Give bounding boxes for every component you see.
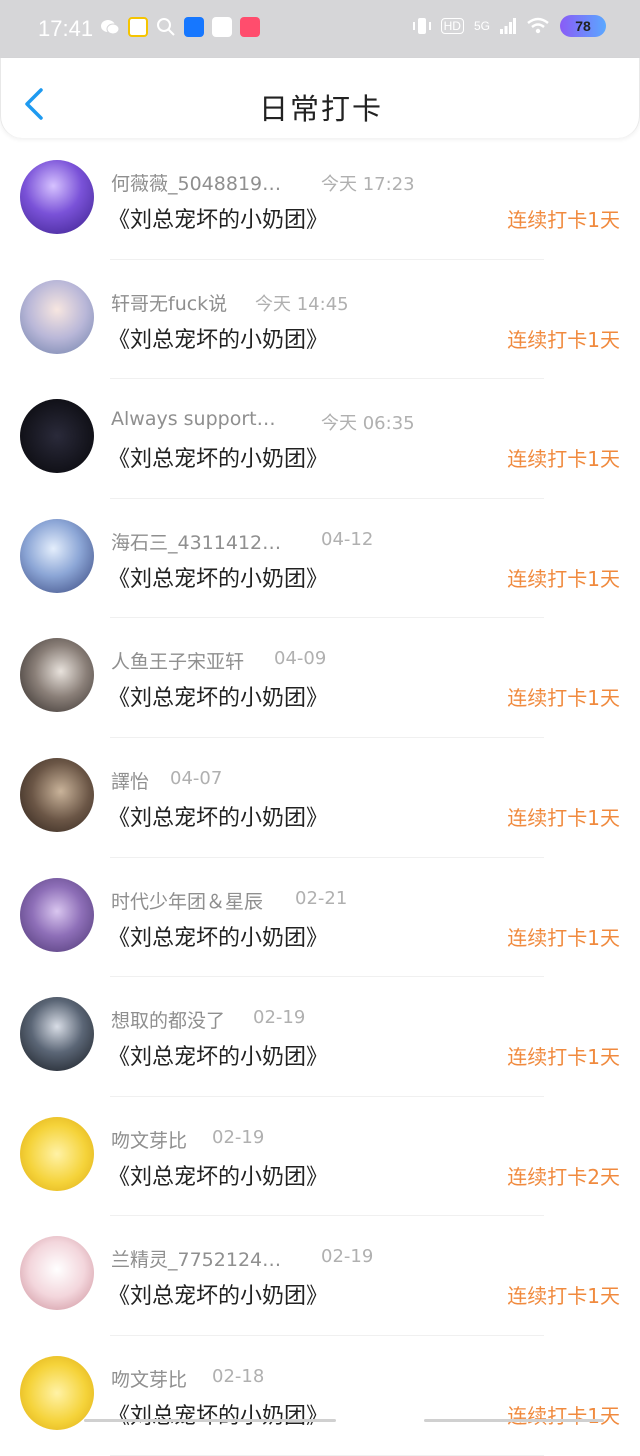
app-icon bbox=[240, 17, 260, 37]
post-time: 02-19 bbox=[253, 1007, 306, 1029]
streak-label: 连续打卡1天 bbox=[507, 805, 620, 830]
avatar[interactable] bbox=[20, 399, 94, 474]
alipay-icon bbox=[184, 17, 204, 37]
streak-label: 连续打卡1天 bbox=[507, 327, 620, 352]
checkin-row[interactable]: 轩哥无fuck说 今天 14:45 《刘总宠坏的小奶团》 连续打卡1天 bbox=[0, 260, 640, 380]
book-title[interactable]: 《刘总宠坏的小奶团》 bbox=[108, 322, 328, 354]
avatar[interactable] bbox=[20, 1236, 94, 1311]
battery-indicator: 78 bbox=[560, 15, 606, 37]
post-time: 04-12 bbox=[321, 528, 374, 550]
sticker-app-icon bbox=[128, 17, 148, 37]
vibrate-icon bbox=[412, 18, 431, 34]
book-title[interactable]: 《刘总宠坏的小奶团》 bbox=[108, 680, 328, 712]
avatar[interactable] bbox=[20, 1116, 94, 1191]
book-title[interactable]: 《刘总宠坏的小奶团》 bbox=[108, 800, 328, 832]
avatar[interactable] bbox=[20, 160, 94, 234]
streak-label: 连续打卡1天 bbox=[507, 447, 620, 472]
post-time: 04-09 bbox=[274, 648, 327, 670]
post-time: 02-21 bbox=[295, 887, 348, 909]
signal-label: 5G bbox=[473, 19, 490, 33]
checkin-row[interactable]: 人鱼王子宋亚轩 04-09 《刘总宠坏的小奶团》 连续打卡1天 bbox=[0, 618, 640, 738]
post-time: 今天 14:45 bbox=[255, 293, 349, 315]
user-name[interactable]: 人鱼王子宋亚轩 bbox=[111, 647, 244, 674]
page-title: 日常打卡 bbox=[258, 92, 383, 126]
user-name[interactable]: 譯怡 bbox=[111, 767, 149, 794]
book-title[interactable]: 《刘总宠坏的小奶团》 bbox=[108, 1398, 328, 1430]
checkin-row[interactable]: 兰精灵_7752124… 02-19 《刘总宠坏的小奶团》 连续打卡1天 bbox=[0, 1216, 640, 1336]
user-name[interactable]: 想取的都没了 bbox=[111, 1006, 225, 1033]
avatar[interactable] bbox=[20, 997, 94, 1072]
hd-icon: HD bbox=[440, 18, 464, 34]
scroll-indicator bbox=[0, 1415, 640, 1425]
streak-label: 连续打卡1天 bbox=[507, 686, 620, 711]
book-title[interactable]: 《刘总宠坏的小奶团》 bbox=[108, 920, 328, 952]
checkin-row[interactable]: 海石三_4311412… 04-12 《刘总宠坏的小奶团》 连续打卡1天 bbox=[0, 499, 640, 619]
search-icon bbox=[157, 18, 175, 36]
post-time: 02-19 bbox=[212, 1126, 265, 1148]
user-name[interactable]: 何薇薇_5048819… bbox=[111, 169, 281, 196]
post-time: 今天 06:35 bbox=[321, 413, 415, 435]
streak-label: 连续打卡2天 bbox=[507, 1164, 620, 1189]
notification-icons bbox=[100, 17, 260, 37]
streak-label: 连续打卡1天 bbox=[507, 1045, 620, 1070]
checkin-row[interactable]: 想取的都没了 02-19 《刘总宠坏的小奶团》 连续打卡1天 bbox=[0, 977, 640, 1097]
avatar[interactable] bbox=[20, 518, 94, 593]
user-name[interactable]: 时代少年团＆星辰 bbox=[111, 887, 263, 914]
avatar[interactable] bbox=[20, 279, 94, 354]
user-name[interactable]: 吻文芽比 bbox=[111, 1365, 187, 1392]
book-title[interactable]: 《刘总宠坏的小奶团》 bbox=[108, 1039, 328, 1071]
book-title[interactable]: 《刘总宠坏的小奶团》 bbox=[108, 441, 328, 473]
checkin-row[interactable]: 吻文芽比 02-19 《刘总宠坏的小奶团》 连续打卡2天 bbox=[0, 1097, 640, 1217]
post-time: 04-07 bbox=[170, 767, 223, 789]
wifi-icon bbox=[527, 17, 549, 34]
checkin-list: 何薇薇_5048819… 今天 17:23 《刘总宠坏的小奶团》 连续打卡1天 … bbox=[0, 140, 640, 1456]
checkin-row[interactable]: 何薇薇_5048819… 今天 17:23 《刘总宠坏的小奶团》 连续打卡1天 bbox=[0, 140, 640, 260]
status-time: 17:41 bbox=[38, 16, 94, 41]
user-name[interactable]: 兰精灵_7752124… bbox=[111, 1245, 281, 1272]
avatar[interactable] bbox=[20, 638, 94, 713]
post-time: 02-18 bbox=[212, 1365, 265, 1387]
post-time: 今天 17:23 bbox=[321, 174, 415, 195]
mail-icon bbox=[212, 17, 232, 37]
wechat-icon bbox=[101, 20, 120, 35]
page-header: 日常打卡 bbox=[0, 58, 640, 138]
streak-label: 连续打卡1天 bbox=[507, 1284, 620, 1309]
streak-label: 连续打卡1天 bbox=[507, 566, 620, 591]
indicator-bar bbox=[84, 1419, 336, 1422]
status-bar: 17:41 HD 5G 78 bbox=[0, 0, 640, 58]
user-name[interactable]: 吻文芽比 bbox=[111, 1126, 187, 1153]
indicator-bar bbox=[424, 1419, 604, 1422]
checkin-row[interactable]: Always support… 今天 06:35 《刘总宠坏的小奶团》 连续打卡… bbox=[0, 379, 640, 499]
user-name[interactable]: 轩哥无fuck说 bbox=[111, 289, 227, 316]
user-name[interactable]: Always support… bbox=[111, 408, 276, 430]
book-title[interactable]: 《刘总宠坏的小奶团》 bbox=[108, 1159, 328, 1191]
system-icons: HD 5G 78 bbox=[412, 15, 606, 37]
streak-label: 连续打卡1天 bbox=[507, 208, 620, 232]
streak-label: 连续打卡1天 bbox=[507, 925, 620, 950]
book-title[interactable]: 《刘总宠坏的小奶团》 bbox=[108, 202, 328, 234]
avatar[interactable] bbox=[20, 877, 94, 952]
checkin-row[interactable]: 时代少年团＆星辰 02-21 《刘总宠坏的小奶团》 连续打卡1天 bbox=[0, 858, 640, 978]
book-title[interactable]: 《刘总宠坏的小奶团》 bbox=[108, 1278, 328, 1310]
post-time: 02-19 bbox=[321, 1246, 374, 1268]
checkin-row[interactable]: 吻文芽比 02-18 《刘总宠坏的小奶团》 连续打卡1天 bbox=[0, 1336, 640, 1456]
avatar[interactable] bbox=[20, 757, 94, 832]
user-name[interactable]: 海石三_4311412… bbox=[111, 528, 281, 555]
signal-icon bbox=[500, 18, 516, 34]
book-title[interactable]: 《刘总宠坏的小奶团》 bbox=[108, 561, 328, 593]
checkin-row[interactable]: 譯怡 04-07 《刘总宠坏的小奶团》 连续打卡1天 bbox=[0, 738, 640, 858]
